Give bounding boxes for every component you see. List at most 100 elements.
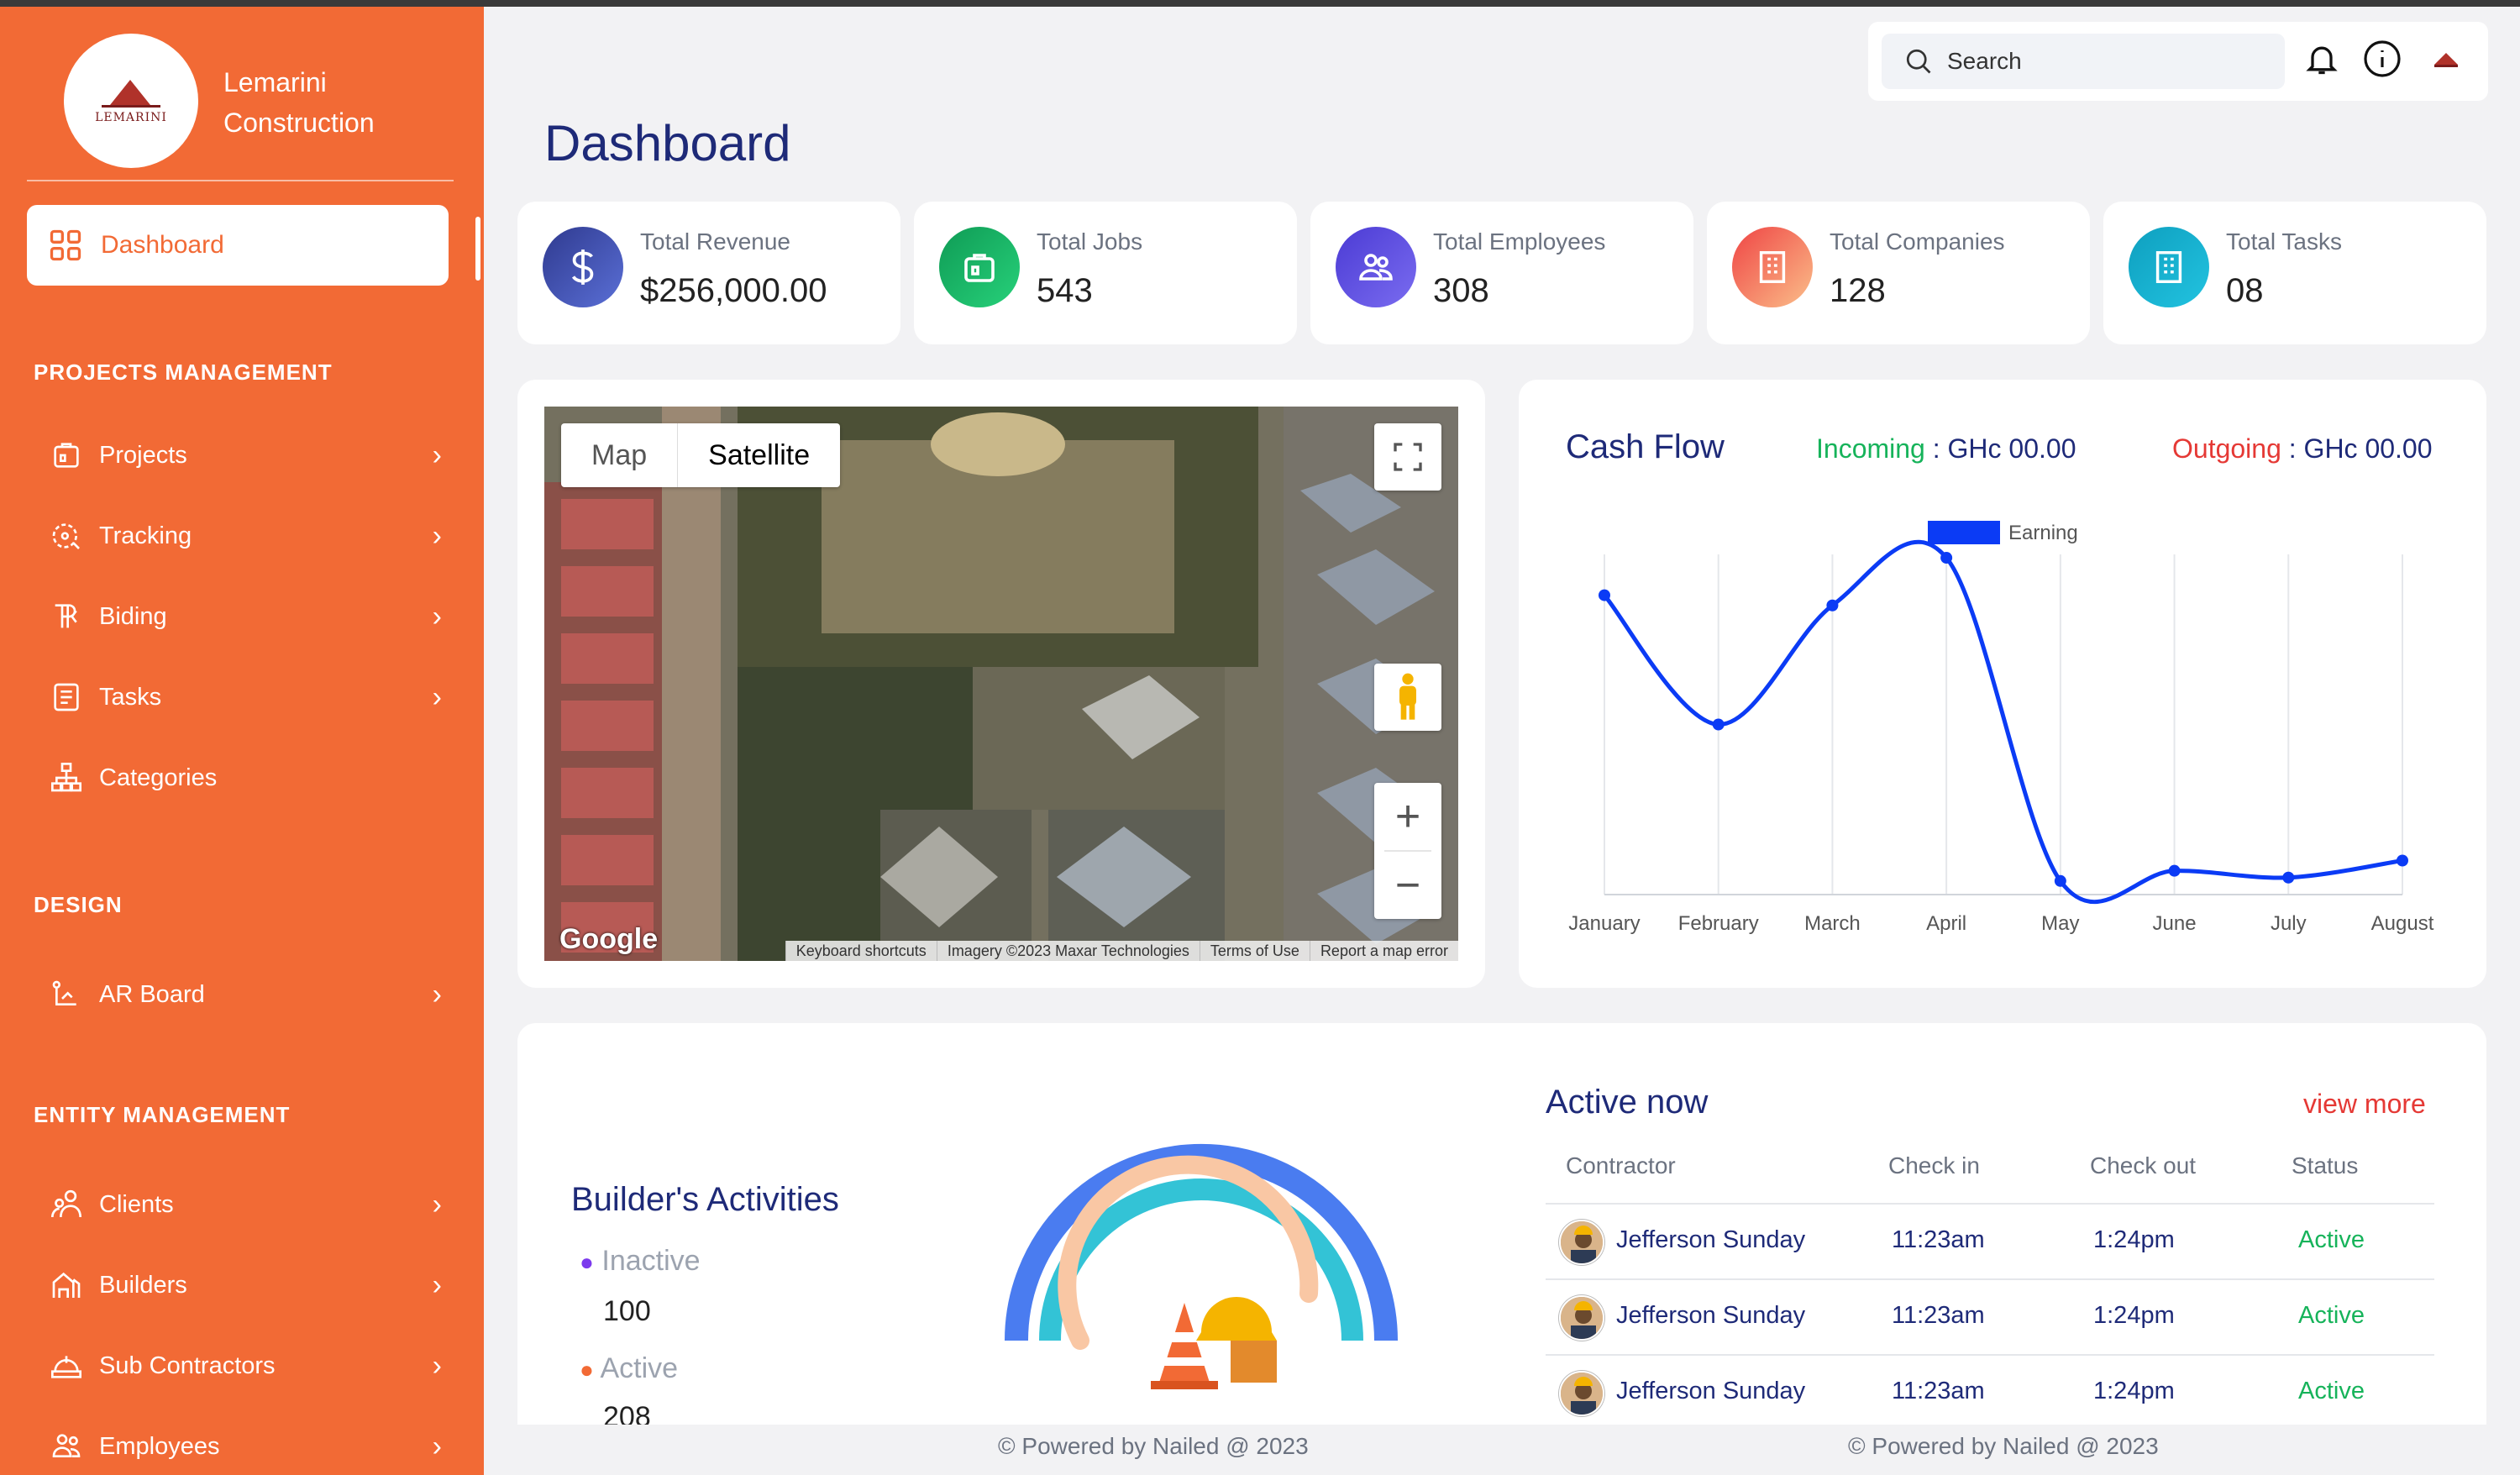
sidebar-item-projects[interactable]: Projects › xyxy=(47,430,442,480)
brand-logo[interactable]: LEMARINI xyxy=(64,34,198,168)
page-title: Dashboard xyxy=(544,115,791,171)
sidebar-item-label: Biding xyxy=(99,602,167,630)
stat-card-jobs[interactable]: Total Jobs 543 xyxy=(914,202,1297,344)
construction-cone-icon xyxy=(1151,1297,1277,1389)
chevron-right-icon: › xyxy=(432,1430,442,1462)
info-icon[interactable] xyxy=(2360,37,2404,81)
sidebar-item-biding[interactable]: Biding › xyxy=(47,591,442,642)
logo-icon: LEMARINI xyxy=(95,77,167,124)
check-out-time: 1:24pm xyxy=(2093,1226,2175,1253)
stat-card-companies[interactable]: Total Companies 128 xyxy=(1707,202,2090,344)
sidebar-item-builders[interactable]: Builders › xyxy=(47,1260,442,1310)
hierarchy-icon xyxy=(47,758,86,797)
table-row[interactable]: Jefferson Sunday 11:23am 1:24pm Active xyxy=(1546,1203,2434,1278)
legend-dot: ● xyxy=(580,1357,594,1383)
chevron-right-icon: › xyxy=(432,1268,442,1301)
avatar[interactable] xyxy=(2424,37,2468,81)
zoom-in-button[interactable]: + xyxy=(1395,783,1420,850)
cashflow-chart: January February March April May June July Augu… xyxy=(1568,521,2434,935)
sidebar-item-clients[interactable]: Clients › xyxy=(47,1179,442,1230)
sidebar-item-label: Projects xyxy=(99,441,187,469)
sidebar-item-employees[interactable]: Employees › xyxy=(47,1421,442,1472)
stat-card-employees[interactable]: Total Employees 308 xyxy=(1310,202,1693,344)
sidebar-item-label: Dashboard xyxy=(101,231,224,259)
chevron-right-icon: › xyxy=(432,438,442,471)
team-icon xyxy=(1336,227,1416,307)
stat-label: Total Revenue xyxy=(640,228,791,255)
map-tab-satellite[interactable]: Satellite xyxy=(677,423,840,487)
data-point[interactable] xyxy=(1826,599,1839,612)
outgoing-label: Outgoing xyxy=(2172,433,2281,464)
sidebar-item-tasks[interactable]: Tasks › xyxy=(47,672,442,722)
data-point[interactable] xyxy=(1940,552,1953,564)
footer-text: © Powered by Nailed @ 2023 xyxy=(998,1433,1309,1459)
legend-active: ● Active xyxy=(580,1352,678,1385)
sidebar-scrollbar[interactable] xyxy=(475,217,480,281)
fullscreen-icon[interactable] xyxy=(1374,423,1441,491)
sidebar-item-sub-contractors[interactable]: Sub Contractors › xyxy=(47,1341,442,1391)
terms-link[interactable]: Terms of Use xyxy=(1199,941,1310,961)
section-title-entity: ENTITY MANAGEMENT xyxy=(34,1102,291,1127)
avatar xyxy=(1559,1295,1604,1341)
stat-card-revenue[interactable]: Total Revenue $256,000.00 xyxy=(517,202,900,344)
tracking-icon xyxy=(47,517,86,555)
sidebar-item-label: Employees xyxy=(99,1432,220,1460)
stat-card-tasks[interactable]: Total Tasks 08 xyxy=(2103,202,2486,344)
building-icon xyxy=(2129,227,2209,307)
keyboard-shortcuts-link[interactable]: Keyboard shortcuts xyxy=(785,941,937,961)
sidebar: LEMARINI Lemarini Construction Dashboard… xyxy=(0,7,484,1475)
column-header-check-out: Check out xyxy=(2090,1152,2197,1178)
dollar-icon xyxy=(543,227,623,307)
outgoing-value: : GHc 00.00 xyxy=(2281,433,2433,464)
stat-label: Total Employees xyxy=(1433,228,1606,255)
bid-icon xyxy=(47,597,86,636)
footer xyxy=(484,1425,2520,1475)
zoom-out-button[interactable]: − xyxy=(1395,852,1420,919)
column-header-status: Status xyxy=(2292,1152,2359,1178)
sidebar-item-dashboard[interactable]: Dashboard xyxy=(27,205,449,286)
check-out-time: 1:24pm xyxy=(2093,1378,2175,1404)
stat-value: 08 xyxy=(2226,272,2264,309)
sidebar-item-label: AR Board xyxy=(99,980,205,1008)
builders-icon xyxy=(47,1266,86,1304)
table-row[interactable]: Jefferson Sunday 11:23am 1:24pm Active xyxy=(1546,1354,2434,1430)
data-point[interactable] xyxy=(1599,589,1610,601)
stat-value: 128 xyxy=(1830,272,1886,309)
incoming-value: : GHc 00.00 xyxy=(1924,433,2076,464)
street-view-pegman-icon[interactable] xyxy=(1374,664,1441,731)
search-input[interactable]: Search xyxy=(1882,34,2285,89)
briefcase-icon xyxy=(939,227,1020,307)
section-title-projects: PROJECTS MANAGEMENT xyxy=(34,360,333,385)
data-point[interactable] xyxy=(2282,871,2295,884)
section-title-design: DESIGN xyxy=(34,892,123,917)
data-point[interactable] xyxy=(2397,854,2408,867)
view-more-link[interactable]: view more xyxy=(2303,1089,2426,1120)
sidebar-item-tracking[interactable]: Tracking › xyxy=(47,511,442,561)
sidebar-item-label: Tasks xyxy=(99,683,162,711)
bell-icon[interactable] xyxy=(2300,37,2344,81)
sidebar-item-label: Tracking xyxy=(99,522,192,549)
sidebar-item-categories[interactable]: Categories xyxy=(47,753,442,803)
chevron-right-icon: › xyxy=(432,978,442,1010)
table-row[interactable]: Jefferson Sunday 11:23am 1:24pm Active xyxy=(1546,1278,2434,1354)
check-out-time: 1:24pm xyxy=(2093,1302,2175,1329)
sidebar-item-ar-board[interactable]: AR Board › xyxy=(47,969,442,1020)
chevron-right-icon: › xyxy=(432,519,442,552)
stat-label: Total Companies xyxy=(1830,228,2005,255)
x-tick-label: August xyxy=(2371,912,2434,935)
brand-name: Lemarini Construction xyxy=(223,67,375,138)
legend-label: Earning xyxy=(2008,522,2078,544)
contractor-name: Jefferson Sunday xyxy=(1616,1226,1806,1253)
map-tab-map[interactable]: Map xyxy=(561,423,677,487)
data-point[interactable] xyxy=(2054,874,2066,887)
avatar xyxy=(1559,1220,1604,1265)
briefcase-icon xyxy=(47,436,86,475)
map-view[interactable]: Map Satellite + − Google Keyboard shortc… xyxy=(544,407,1458,961)
data-point[interactable] xyxy=(2168,864,2181,877)
chevron-right-icon: › xyxy=(432,1188,442,1220)
imagery-credit: Imagery ©2023 Maxar Technologies xyxy=(936,941,1200,961)
legend-inactive: ● Inactive xyxy=(580,1245,701,1278)
report-error-link[interactable]: Report a map error xyxy=(1309,941,1458,961)
satellite-imagery xyxy=(544,407,1458,961)
data-point[interactable] xyxy=(1712,718,1725,731)
